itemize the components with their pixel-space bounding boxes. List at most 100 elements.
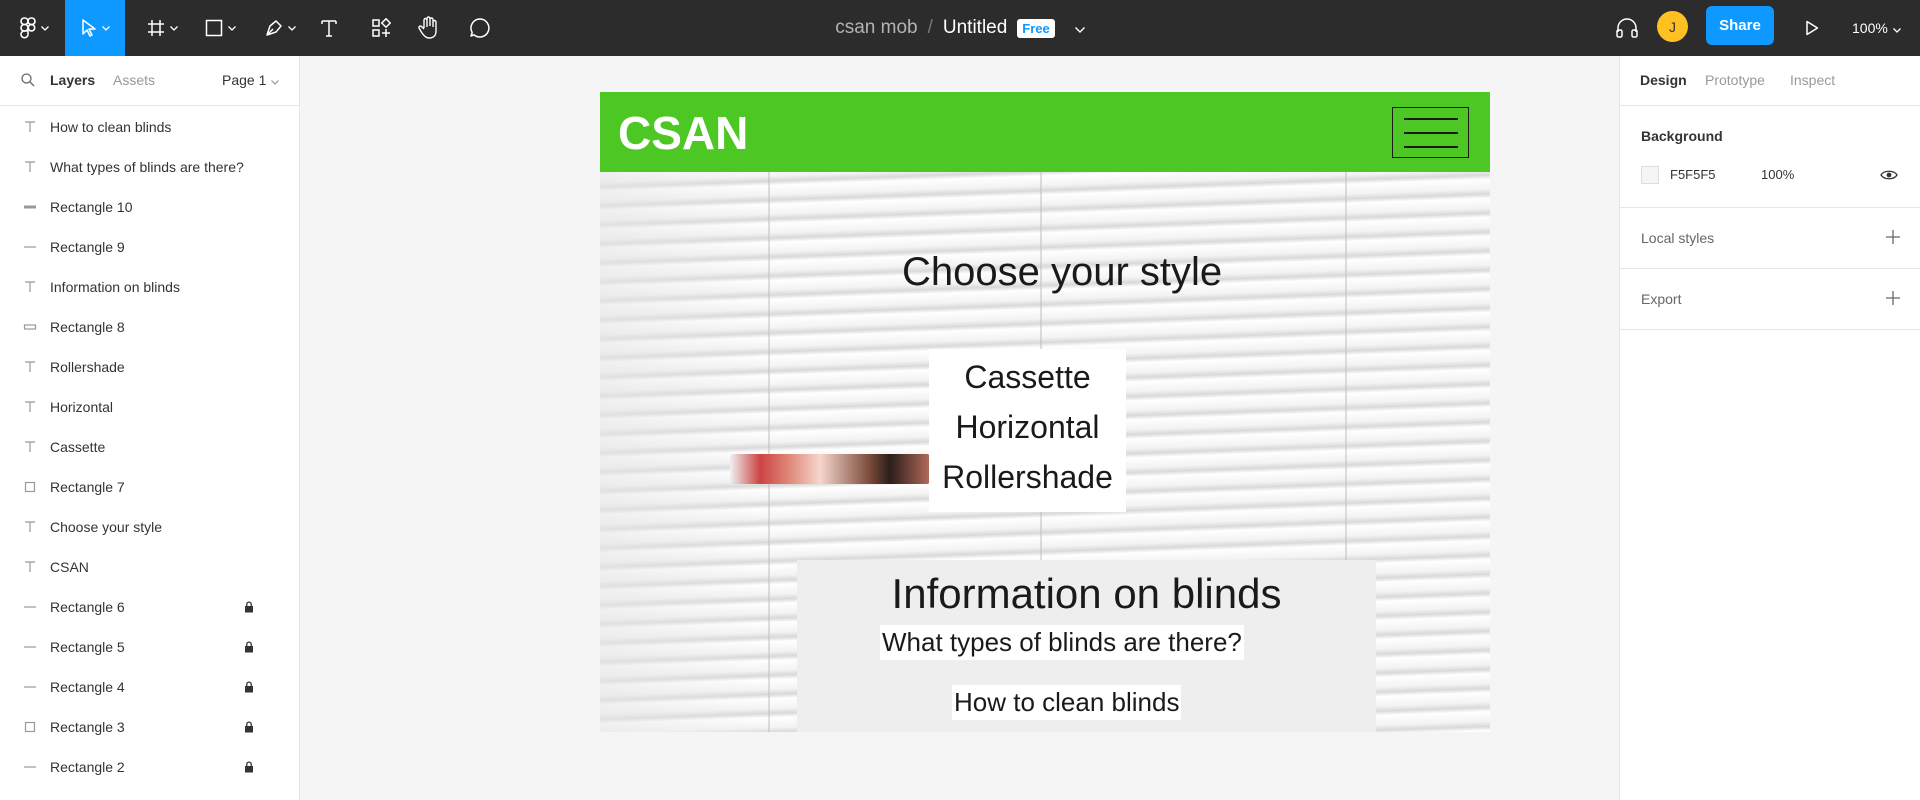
layer-name: Rectangle 9 bbox=[50, 239, 125, 255]
layer-item[interactable]: Rectangle 2 bbox=[0, 747, 299, 787]
text-icon bbox=[22, 159, 38, 175]
layer-item[interactable]: Rectangle 6 bbox=[0, 587, 299, 627]
components-icon bbox=[371, 18, 391, 38]
properties-panel: Design Prototype Inspect Background F5F5… bbox=[1619, 56, 1920, 800]
mobile-frame[interactable]: CSAN Choose your style Cassette Horizont… bbox=[600, 92, 1490, 732]
tab-inspect[interactable]: Inspect bbox=[1790, 72, 1835, 88]
style-option-horizontal[interactable]: Horizontal bbox=[929, 409, 1126, 446]
hamburger-menu-icon[interactable] bbox=[1392, 107, 1469, 158]
layer-name: CSAN bbox=[50, 559, 89, 575]
plus-icon[interactable] bbox=[1886, 230, 1900, 249]
canvas[interactable]: CSAN Choose your style Cassette Horizont… bbox=[301, 56, 1619, 800]
comment-icon bbox=[469, 17, 491, 39]
page-name: Page 1 bbox=[222, 72, 267, 88]
chevron-down-icon bbox=[101, 25, 110, 31]
text-icon bbox=[22, 279, 38, 295]
style-options: Cassette Horizontal Rollershade bbox=[929, 349, 1126, 512]
layer-item[interactable]: Rectangle 7 bbox=[0, 467, 299, 507]
layer-name: Rectangle 2 bbox=[50, 759, 125, 775]
layer-name: Horizontal bbox=[50, 399, 114, 415]
share-button[interactable]: Share bbox=[1706, 6, 1774, 45]
layer-item[interactable]: Rectangle 8 bbox=[0, 307, 299, 347]
frame-tool-button[interactable] bbox=[140, 0, 184, 56]
tab-layers[interactable]: Layers bbox=[50, 72, 95, 88]
page-selector[interactable]: Page 1 bbox=[222, 72, 280, 88]
lock-icon[interactable] bbox=[244, 720, 254, 736]
hand-icon bbox=[418, 16, 440, 40]
chevron-down-icon bbox=[169, 25, 178, 31]
lock-icon[interactable] bbox=[244, 640, 254, 656]
background-title: Background bbox=[1641, 128, 1723, 144]
file-name[interactable]: Untitled bbox=[943, 17, 1007, 39]
plan-badge[interactable]: Free bbox=[1017, 18, 1055, 38]
frame-icon bbox=[147, 19, 165, 37]
plus-icon[interactable] bbox=[1886, 291, 1900, 310]
layer-item[interactable]: Rectangle 10 bbox=[0, 187, 299, 227]
layer-item[interactable]: How to clean blinds bbox=[0, 107, 299, 147]
background-opacity[interactable]: 100% bbox=[1761, 167, 1794, 182]
layer-item[interactable]: Rectangle 3 bbox=[0, 707, 299, 747]
tab-assets[interactable]: Assets bbox=[113, 72, 155, 88]
hand-tool-button[interactable] bbox=[416, 0, 442, 56]
main-menu-button[interactable] bbox=[12, 0, 56, 56]
lock-icon[interactable] bbox=[244, 600, 254, 616]
background-hex[interactable]: F5F5F5 bbox=[1670, 167, 1716, 182]
layer-name: Rectangle 6 bbox=[50, 599, 125, 615]
line-icon bbox=[22, 679, 38, 695]
thick-line-icon bbox=[22, 199, 38, 215]
layer-item[interactable]: Rectangle 4 bbox=[0, 667, 299, 707]
layer-name: What types of blinds are there? bbox=[50, 159, 244, 175]
site-header: CSAN bbox=[600, 92, 1490, 172]
tab-prototype[interactable]: Prototype bbox=[1705, 72, 1765, 88]
eye-icon[interactable] bbox=[1880, 168, 1898, 186]
chevron-down-icon bbox=[1892, 20, 1901, 36]
chevron-down-icon bbox=[287, 25, 296, 31]
background-section: Background F5F5F5 100% bbox=[1620, 106, 1920, 208]
layer-item[interactable]: Rectangle 9 bbox=[0, 227, 299, 267]
layer-name: Rollershade bbox=[50, 359, 125, 375]
line-icon bbox=[22, 239, 38, 255]
cleaning-link[interactable]: How to clean blinds bbox=[952, 685, 1182, 720]
layer-item[interactable]: Cassette bbox=[0, 427, 299, 467]
lock-icon[interactable] bbox=[244, 760, 254, 776]
layer-item[interactable]: CSAN bbox=[0, 547, 299, 587]
layer-name: Rectangle 10 bbox=[50, 199, 133, 215]
text-icon bbox=[22, 399, 38, 415]
layer-item[interactable]: Choose your style bbox=[0, 507, 299, 547]
search-icon[interactable] bbox=[21, 73, 35, 90]
local-styles-title: Local styles bbox=[1641, 230, 1715, 246]
move-tool-button[interactable] bbox=[65, 0, 125, 56]
layer-item[interactable]: What types of blinds are there? bbox=[0, 147, 299, 187]
layer-item[interactable]: Horizontal bbox=[0, 387, 299, 427]
tab-design[interactable]: Design bbox=[1640, 72, 1687, 88]
comment-tool-button[interactable] bbox=[467, 0, 493, 56]
text-icon bbox=[22, 119, 38, 135]
avatar[interactable]: J bbox=[1657, 11, 1688, 42]
resources-tool-button[interactable] bbox=[368, 0, 394, 56]
layer-name: How to clean blinds bbox=[50, 119, 172, 135]
zoom-control[interactable]: 100% bbox=[1852, 0, 1901, 56]
text-icon bbox=[22, 359, 38, 375]
zoom-level: 100% bbox=[1852, 20, 1888, 36]
layer-item[interactable]: Rollershade bbox=[0, 347, 299, 387]
blind-types-link[interactable]: What types of blinds are there? bbox=[880, 625, 1244, 660]
shape-tool-button[interactable] bbox=[198, 0, 242, 56]
layer-item[interactable]: Rectangle 5 bbox=[0, 627, 299, 667]
audio-button[interactable] bbox=[1614, 0, 1640, 56]
lock-icon[interactable] bbox=[244, 680, 254, 696]
chevron-down-icon[interactable] bbox=[1074, 17, 1085, 39]
export-section: Export bbox=[1620, 269, 1920, 330]
text-icon bbox=[22, 559, 38, 575]
layer-name: Rectangle 5 bbox=[50, 639, 125, 655]
text-tool-button[interactable] bbox=[316, 0, 342, 56]
background-swatch[interactable] bbox=[1641, 166, 1659, 184]
style-option-rollershade[interactable]: Rollershade bbox=[929, 459, 1126, 496]
style-option-cassette[interactable]: Cassette bbox=[929, 359, 1126, 396]
pen-tool-button[interactable] bbox=[258, 0, 302, 56]
present-button[interactable] bbox=[1800, 0, 1824, 56]
site-logo[interactable]: CSAN bbox=[618, 106, 748, 160]
layer-item[interactable]: Information on blinds bbox=[0, 267, 299, 307]
chevron-down-icon bbox=[40, 25, 49, 31]
panel-tabs: Layers Assets Page 1 bbox=[0, 56, 299, 106]
project-name[interactable]: csan mob bbox=[835, 17, 917, 39]
